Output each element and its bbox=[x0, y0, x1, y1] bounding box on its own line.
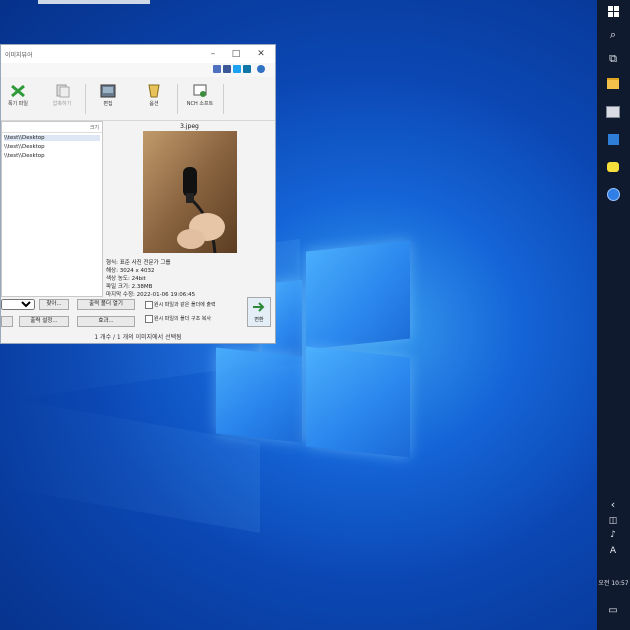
nch-software-icon bbox=[192, 84, 208, 98]
output-format-select[interactable] bbox=[1, 299, 35, 310]
toolbar-label: NCH 소프트 bbox=[186, 101, 214, 107]
info-file-size: 파일 크기: 2.38MB bbox=[106, 284, 153, 290]
same-folder-checkbox[interactable] bbox=[145, 301, 153, 309]
toolbar-separator bbox=[223, 84, 224, 114]
minimize-icon[interactable]: – bbox=[206, 48, 220, 60]
twitter-icon[interactable] bbox=[233, 65, 241, 73]
info-modified: 마지막 수정: 2022-01-06 19:06:45 bbox=[106, 292, 196, 298]
logo-pane bbox=[306, 240, 410, 350]
logo-pane bbox=[216, 347, 302, 443]
file-explorer-icon[interactable] bbox=[606, 78, 620, 92]
app-icon[interactable] bbox=[606, 106, 620, 120]
convert-icon bbox=[253, 302, 265, 312]
toolbar-separator bbox=[85, 84, 86, 114]
desktop-top-edge bbox=[38, 0, 150, 4]
toolbar-label: 폭기 파일 bbox=[8, 101, 28, 107]
info-color-depth: 색상 농도: 24bit bbox=[106, 276, 146, 282]
help-icon[interactable] bbox=[257, 65, 265, 73]
title-bar[interactable]: 이미지뷰어 – □ ✕ bbox=[1, 45, 275, 63]
open-output-folder-button[interactable]: 출력 폴더 열기 bbox=[77, 299, 135, 310]
share-row bbox=[1, 63, 275, 77]
store-icon[interactable] bbox=[606, 134, 620, 148]
volume-icon[interactable]: ♪ bbox=[606, 528, 620, 542]
browser-icon[interactable] bbox=[606, 188, 620, 202]
list-item[interactable]: \\test\\Desktop bbox=[4, 153, 45, 159]
effects-button[interactable]: 효과... bbox=[77, 316, 135, 327]
toolbar-button-nch[interactable]: NCH 소프트 bbox=[183, 82, 217, 118]
convert-label: 변환 bbox=[254, 317, 264, 323]
toolbar-label: 옵션 bbox=[149, 101, 159, 107]
toolbar-button-add[interactable]: 폭기 파일 bbox=[1, 82, 35, 118]
list-item[interactable]: \\test\\Desktop bbox=[4, 144, 45, 150]
output-settings-button[interactable]: 출력 설정... bbox=[19, 316, 69, 327]
windows-icon[interactable] bbox=[606, 6, 620, 20]
network-icon[interactable]: ◫ bbox=[606, 514, 620, 528]
list-header[interactable]: 크기 bbox=[2, 122, 102, 133]
column-header-size[interactable]: 크기 bbox=[90, 124, 99, 131]
window-title: 이미지뷰어 bbox=[5, 52, 33, 59]
search-icon[interactable]: ⌕ bbox=[606, 28, 620, 42]
toolbar-button-compress[interactable]: 압축하기 bbox=[45, 82, 79, 118]
maximize-icon[interactable]: □ bbox=[229, 48, 243, 60]
status-bar: 1 개수 / 1 개의 이미지에서 선택됨 bbox=[94, 334, 182, 341]
add-files-icon bbox=[10, 84, 26, 98]
toolbar-button-options[interactable]: 옵션 bbox=[137, 82, 171, 118]
kakaotalk-icon[interactable] bbox=[606, 162, 620, 176]
copy-structure-checkbox[interactable] bbox=[145, 315, 153, 323]
compress-icon bbox=[54, 84, 70, 98]
preview-image bbox=[143, 131, 237, 253]
small-button[interactable] bbox=[1, 316, 13, 327]
info-format: 형식: 표준 사진 전문가 그룹 bbox=[106, 260, 171, 266]
convert-button[interactable]: 변환 bbox=[247, 297, 271, 327]
close-icon[interactable]: ✕ bbox=[254, 48, 268, 60]
toolbar-label: 편집 bbox=[103, 101, 113, 107]
chevron-up-icon[interactable]: ‹ bbox=[606, 498, 620, 512]
linkedin-icon[interactable] bbox=[243, 65, 251, 73]
clock[interactable]: 오전 10:57 bbox=[597, 578, 630, 587]
browse-button[interactable]: 찾아... bbox=[39, 299, 69, 310]
info-resolution: 해상: 3024 x 4032 bbox=[106, 268, 155, 274]
toolbar-button-edit[interactable]: 편집 bbox=[91, 82, 125, 118]
toolbar-separator bbox=[177, 84, 178, 114]
list-item[interactable]: \\test\\Desktop bbox=[4, 135, 100, 141]
language-indicator[interactable]: A bbox=[606, 544, 620, 558]
edit-icon bbox=[100, 84, 116, 98]
toolbar: 폭기 파일 압축하기 편집 옵션 NCH 소프트 bbox=[1, 78, 275, 121]
like-icon[interactable] bbox=[213, 65, 221, 73]
file-list[interactable]: 크기 \\test\\Desktop \\test\\Desktop \\tes… bbox=[1, 121, 103, 297]
copy-structure-label: 원시 파일의 폴더 구조 복사 bbox=[154, 316, 211, 322]
toolbar-label: 압축하기 bbox=[52, 101, 72, 107]
facebook-icon[interactable] bbox=[223, 65, 231, 73]
options-icon bbox=[146, 84, 162, 98]
notification-icon[interactable]: ▭ bbox=[606, 604, 620, 618]
preview-filename: 3.jpeg bbox=[180, 123, 199, 130]
task-view-icon[interactable]: ⧉ bbox=[606, 52, 620, 66]
logo-pane bbox=[306, 346, 410, 458]
same-folder-label: 원시 파일과 같은 폴더에 출력 bbox=[154, 302, 216, 308]
image-converter-window: 이미지뷰어 – □ ✕ 폭기 파일 압축하기 편집 옵션 NCH 소프트 크기 … bbox=[0, 44, 276, 344]
taskbar: ⌕ ⧉ ‹ ◫ ♪ A 오전 10:57 ▭ bbox=[597, 0, 630, 630]
